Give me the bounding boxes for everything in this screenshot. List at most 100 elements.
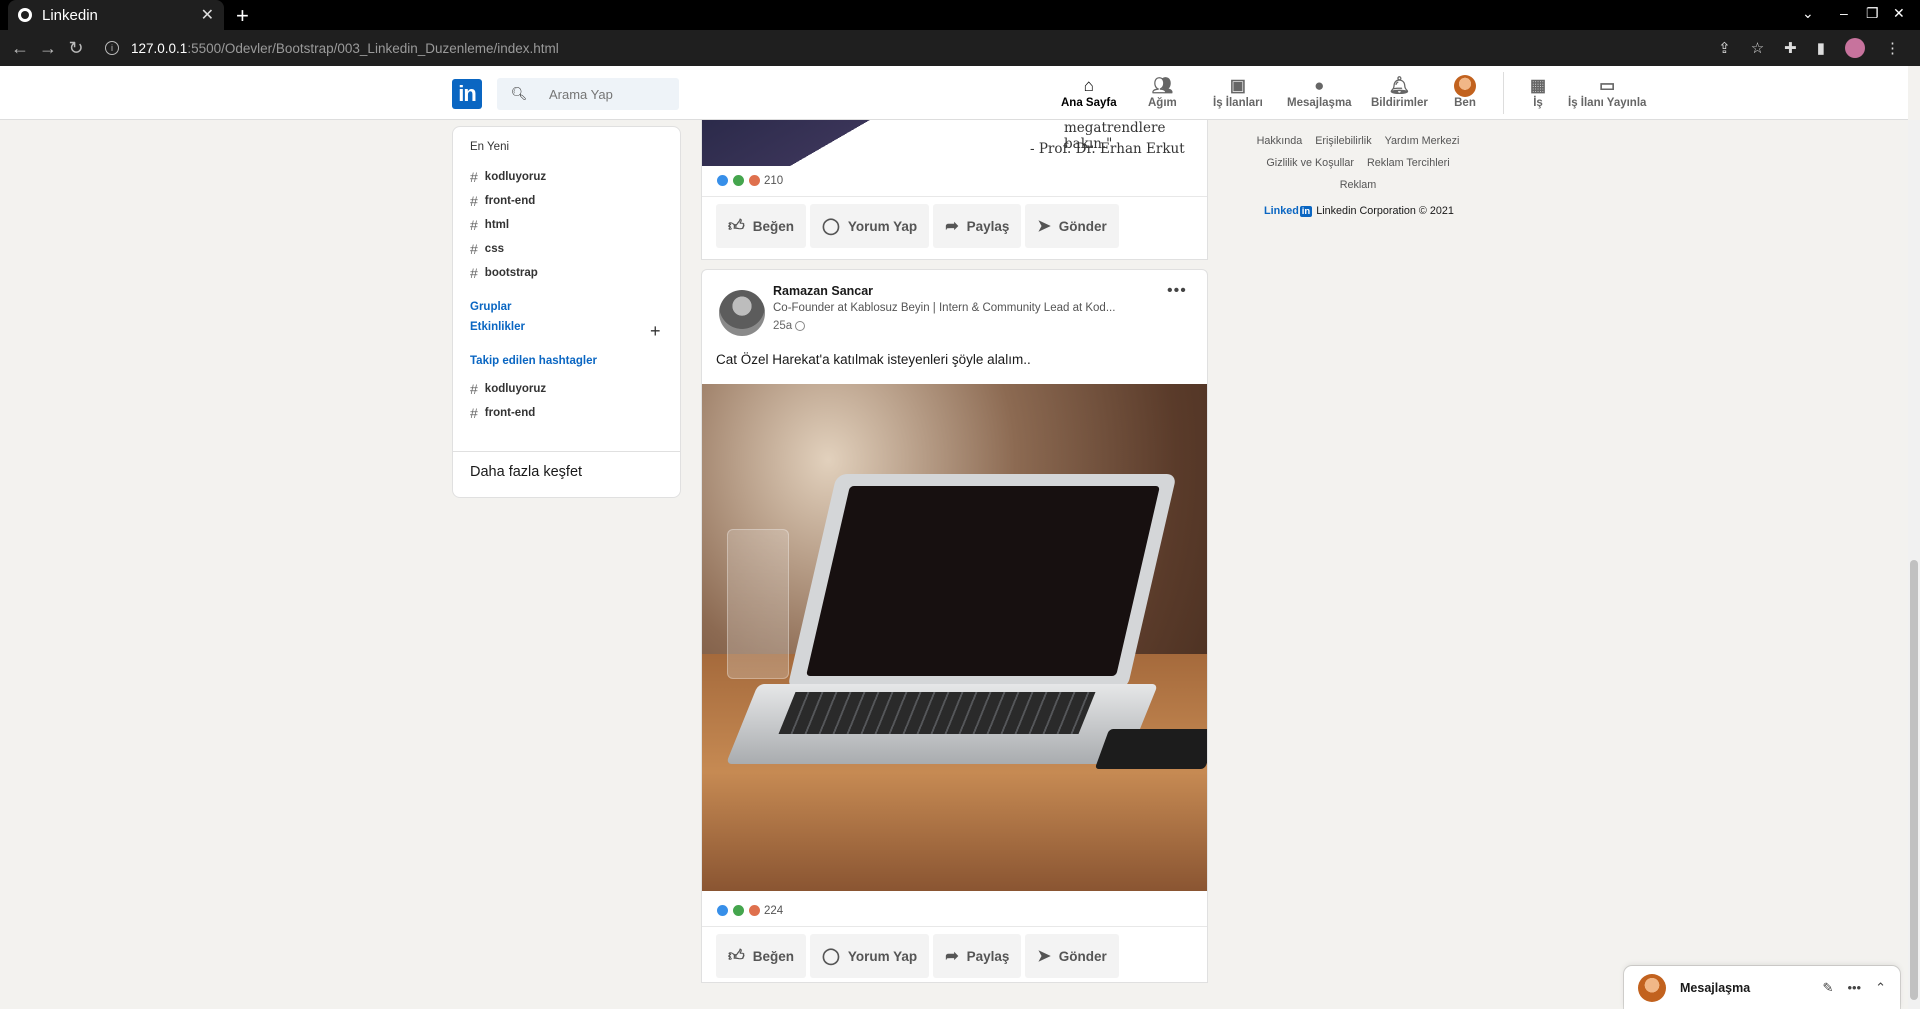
groups-link[interactable]: Gruplar <box>470 301 512 313</box>
avatar <box>1638 973 1666 1002</box>
nav-me[interactable]: Ben <box>1454 75 1476 109</box>
share-icon[interactable]: ⇪ <box>1718 39 1731 57</box>
footer-link[interactable]: Gizlilik ve Koşullar <box>1266 157 1354 169</box>
footer-links: Hakkında Erişilebilirlik Yardım Merkezi … <box>1228 130 1488 196</box>
briefcase-icon: ▣ <box>1229 76 1246 95</box>
more-options-icon[interactable]: ••• <box>1847 980 1861 995</box>
chevron-up-icon[interactable]: ⌃ <box>1875 980 1886 996</box>
messaging-title: Mesajlaşma <box>1680 980 1751 995</box>
network-icon: 👥︎ <box>1151 76 1174 95</box>
post-image[interactable] <box>702 384 1207 891</box>
nav-messaging[interactable]: ● Mesajlaşma <box>1287 75 1352 109</box>
image-phone <box>1094 729 1207 769</box>
footer-link[interactable]: Hakkında <box>1257 135 1303 147</box>
add-event-icon[interactable]: + <box>650 321 661 342</box>
nav-jobs[interactable]: ▣ İş İlanları <box>1213 75 1263 109</box>
nav-divider <box>1503 72 1504 114</box>
recent-tag[interactable]: # bootstrap <box>470 265 538 281</box>
address-bar: ← → ↻ i 127.0.0.1:5500/Odevler/Bootstrap… <box>0 30 1920 66</box>
followed-tag[interactable]: # kodluyoruz <box>470 381 546 397</box>
post-actions: 👍︎ Beğen ◯ Yorum Yap ➦ Paylaş ➤ Gönder <box>716 204 1119 248</box>
like-button[interactable]: 👍︎ Beğen <box>716 934 806 978</box>
reaction-summary[interactable]: 224 <box>716 904 783 917</box>
tab-search-icon[interactable]: ⌄ <box>1802 5 1814 22</box>
scrollbar-thumb[interactable] <box>1910 560 1918 1000</box>
paper-plane-icon: ➤ <box>1037 948 1051 965</box>
close-window-icon[interactable]: ✕ <box>1893 5 1905 22</box>
info-icon[interactable]: i <box>105 41 119 55</box>
thumbs-up-icon: 👍︎ <box>728 947 745 965</box>
love-reaction-icon <box>748 174 761 187</box>
reload-icon[interactable]: ↻ <box>62 38 90 59</box>
nav-label: Ağım <box>1148 97 1177 109</box>
footer-link[interactable]: Yardım Merkezi <box>1385 135 1460 147</box>
more-options-icon[interactable]: ••• <box>1167 282 1187 300</box>
back-icon[interactable]: ← <box>6 38 34 59</box>
hashtag-icon: # <box>470 265 478 281</box>
forward-icon[interactable]: → <box>34 38 62 59</box>
comment-button[interactable]: ◯ Yorum Yap <box>810 934 930 978</box>
recent-title: En Yeni <box>470 141 510 153</box>
reaction-summary[interactable]: 210 <box>716 174 783 187</box>
search-icon: 🔍︎ <box>510 86 528 101</box>
tag-label: front-end <box>484 407 536 419</box>
bookmark-star-icon[interactable]: ☆ <box>1751 39 1764 57</box>
followed-tag[interactable]: # front-end <box>470 405 535 421</box>
hashtag-icon: # <box>470 217 478 233</box>
divider <box>702 196 1207 197</box>
hashtag-icon: # <box>470 381 478 397</box>
profile-avatar-icon[interactable] <box>1845 38 1865 58</box>
send-button[interactable]: ➤ Gönder <box>1025 204 1119 248</box>
post-card: Ramazan Sancar Co-Founder at Kablosuz Be… <box>701 269 1208 983</box>
footer-link[interactable]: Erişilebilirlik <box>1315 135 1371 147</box>
recent-tag[interactable]: # html <box>470 217 509 233</box>
discover-more-link[interactable]: Daha fazla keşfet <box>453 451 680 492</box>
like-button[interactable]: 👍︎ Beğen <box>716 204 806 248</box>
image-laptop-screen <box>806 486 1160 676</box>
compose-icon[interactable]: ✎ <box>1823 980 1834 996</box>
author-name[interactable]: Ramazan Sancar <box>773 284 873 298</box>
home-icon: ⌂ <box>1083 76 1094 95</box>
browser-tab[interactable]: Linkedin ✕ <box>8 0 224 30</box>
footer-link[interactable]: Reklam Tercihleri <box>1367 157 1450 169</box>
nav-network[interactable]: 👥︎ Ağım <box>1148 75 1177 109</box>
footer-copyright: Linked in Linkedin Corporation © 2021 <box>1264 205 1454 217</box>
share-button[interactable]: ➦ Paylaş <box>933 934 1022 978</box>
new-tab-icon[interactable]: + <box>236 3 249 29</box>
recent-tag[interactable]: # kodluyoruz <box>470 169 546 185</box>
post-time-label: 25a <box>773 320 793 332</box>
messaging-widget[interactable]: Mesajlaşma ✎ ••• ⌃ <box>1624 966 1900 1009</box>
followed-hashtags-link[interactable]: Takip edilen hashtagler <box>470 355 597 367</box>
share-button[interactable]: ➦ Paylaş <box>933 204 1022 248</box>
love-reaction-icon <box>748 904 761 917</box>
send-label: Gönder <box>1058 218 1107 234</box>
footer-link[interactable]: Reklam <box>1340 179 1377 191</box>
close-tab-icon[interactable]: ✕ <box>201 5 214 25</box>
nav-notifications[interactable]: 🔔︎ Bildirimler <box>1371 75 1428 109</box>
send-button[interactable]: ➤ Gönder <box>1025 934 1119 978</box>
recent-tag[interactable]: # front-end <box>470 193 535 209</box>
recent-tag[interactable]: # css <box>470 241 504 257</box>
copyright-text: Linkedin Corporation © 2021 <box>1316 205 1454 217</box>
tag-label: kodluyoruz <box>484 171 547 183</box>
nav-label: Bildirimler <box>1371 97 1428 109</box>
nav-work[interactable]: ▦ İş <box>1530 75 1546 109</box>
page-scrollbar[interactable] <box>1908 120 1920 1009</box>
sidepanel-icon[interactable]: ▮ <box>1817 39 1825 57</box>
linkedin-logo[interactable]: in <box>452 79 482 109</box>
minimize-icon[interactable]: – <box>1840 5 1848 21</box>
restore-icon[interactable]: ❐ <box>1866 5 1879 22</box>
events-link[interactable]: Etkinlikler <box>470 321 525 333</box>
thumbs-up-icon: 👍︎ <box>728 217 745 235</box>
nav-post-job[interactable]: ▭ İş İlanı Yayınla <box>1568 75 1646 109</box>
nav-home[interactable]: ⌂ Ana Sayfa <box>1061 75 1117 109</box>
browser-menu-icon[interactable]: ⋮ <box>1885 39 1900 57</box>
url-field[interactable]: i 127.0.0.1:5500/Odevler/Bootstrap/003_L… <box>105 38 1735 58</box>
search-input[interactable] <box>549 86 669 102</box>
celebrate-reaction-icon <box>732 174 745 187</box>
extensions-icon[interactable]: ✚ <box>1784 39 1797 57</box>
comment-button[interactable]: ◯ Yorum Yap <box>810 204 930 248</box>
search-box[interactable]: 🔍︎ <box>497 78 679 110</box>
author-avatar[interactable] <box>719 290 765 336</box>
share-label: Paylaş <box>966 218 1010 234</box>
